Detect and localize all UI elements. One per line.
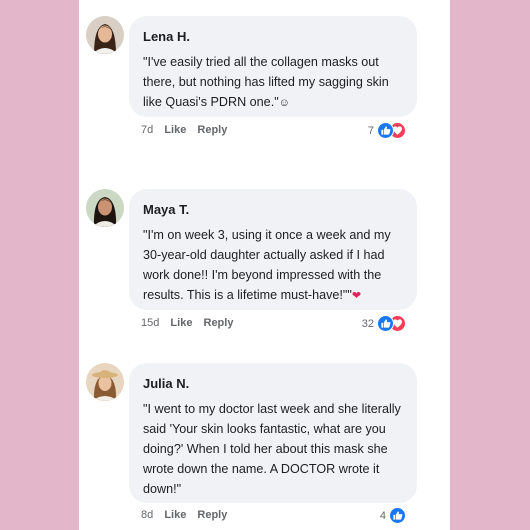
like-icon — [377, 315, 394, 332]
like-button[interactable]: Like — [170, 317, 192, 329]
reaction-count: 32 — [361, 317, 374, 330]
like-button[interactable]: Like — [164, 509, 186, 521]
reaction-summary[interactable]: 4 — [380, 507, 406, 524]
like-button[interactable]: Like — [164, 124, 186, 136]
reaction-count: 4 — [379, 509, 386, 522]
comment-time: 8d — [141, 509, 154, 521]
comment-meta: 15d Like Reply — [141, 317, 241, 329]
reply-button[interactable]: Reply — [197, 124, 227, 136]
avatar[interactable] — [86, 189, 124, 227]
comment-bubble: Maya T. "I'm on week 3, using it once a … — [129, 189, 417, 310]
smile-emoji-icon: ☺ — [278, 97, 290, 109]
commenter-name[interactable]: Maya T. — [143, 202, 189, 217]
comment-time: 15d — [141, 317, 160, 329]
comment-time: 7d — [141, 124, 154, 136]
comment-text: "I went to my doctor last week and she l… — [143, 402, 401, 496]
reaction-summary[interactable]: 7 — [368, 122, 406, 139]
comment-meta: 7d Like Reply — [141, 124, 235, 136]
avatar[interactable] — [86, 16, 124, 54]
like-icon — [389, 507, 406, 524]
red-heart-emoji-icon: ❤ — [351, 290, 362, 302]
reply-button[interactable]: Reply — [204, 317, 234, 329]
comments-panel: Lena H. "I've easily tried all the colla… — [79, 0, 450, 530]
reply-button[interactable]: Reply — [197, 509, 227, 521]
comment-bubble: Lena H. "I've easily tried all the colla… — [129, 16, 417, 117]
avatar[interactable] — [86, 363, 124, 401]
reaction-count: 7 — [367, 124, 374, 137]
comment-text: "I'm on week 3, using it once a week and… — [143, 228, 391, 302]
comment-meta: 8d Like Reply — [141, 509, 235, 521]
comment-bubble: Julia N. "I went to my doctor last week … — [129, 363, 417, 503]
comment-text: "I've easily tried all the collagen mask… — [143, 55, 389, 109]
like-icon — [377, 122, 394, 139]
reaction-summary[interactable]: 32 — [362, 315, 406, 332]
commenter-name[interactable]: Lena H. — [143, 29, 190, 44]
commenter-name[interactable]: Julia N. — [143, 376, 189, 391]
